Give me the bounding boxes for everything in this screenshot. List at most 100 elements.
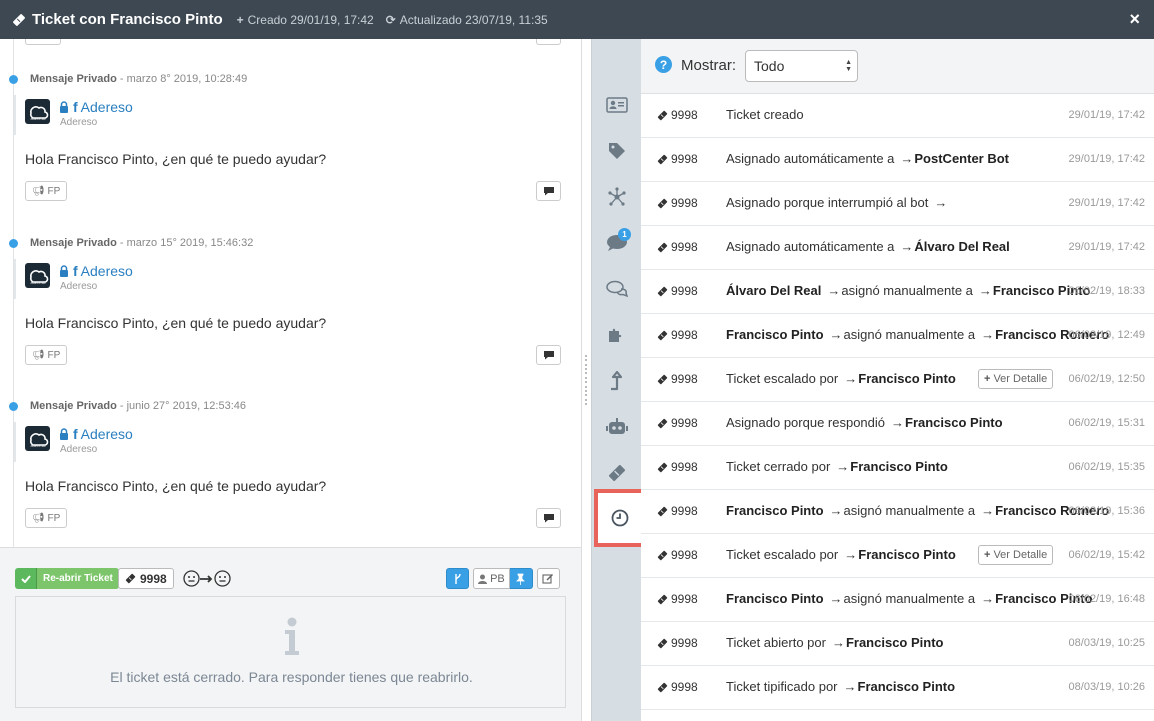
sender-label: Adereso [80,99,133,115]
sender-sub: Adereso [60,281,98,292]
agent-name: Álvaro Del Real [914,239,1010,254]
history-ticket-id[interactable]: 9998 [657,372,698,386]
history-description: Ticket escalado por →Francisco Pinto [726,371,956,386]
view-detail-button[interactable]: + Ver Detalle [978,545,1054,565]
assignee-button[interactable]: PB [473,568,510,589]
rail-messages[interactable]: 1 [592,221,642,265]
history-row: 9998 Ticket escalado por →Francisco Pinto +… [641,358,1154,402]
agent-tag[interactable]: 📢︎ FP [25,508,68,528]
reopen-ticket-button[interactable]: Re-abrir Ticket [15,568,119,589]
ticket-icon [657,550,668,561]
arrow-right-icon: → [843,679,857,694]
history-date: 06/02/19, 16:48 [1068,593,1145,605]
lock-icon [59,101,69,113]
history-date: 29/01/19, 17:42 [1068,241,1145,253]
rail-history[interactable] [594,489,646,547]
sender-name[interactable]: f Adereso [59,263,133,279]
rail-conversations[interactable] [592,267,642,311]
event-text: Ticket escalado por [726,371,839,386]
ticket-icon [657,374,668,385]
history-ticket-id[interactable]: 9998 [657,680,698,694]
agent-name: Francisco Pinto [905,415,1003,430]
rail-escalation[interactable] [592,359,642,403]
history-row: 9998 Ticket cerrado por →Francisco Pinto 06… [641,446,1154,490]
rail-tags[interactable] [592,129,642,173]
history-row: 9998 Asignado automáticamente a →Álvaro De… [641,226,1154,270]
sender-label: Adereso [80,426,133,442]
event-text: Asignado porque interrumpió al bot [726,195,929,210]
pane-splitter[interactable] [584,355,588,405]
ticket-id-text: 9998 [671,504,698,518]
close-icon[interactable]: × [1129,10,1140,28]
ticket-number: 9998 [140,571,167,586]
ticket-icon [125,573,136,584]
view-detail-button[interactable]: + Ver Detalle [978,369,1054,389]
agent-name: Francisco Pinto [845,635,944,650]
ticket-id-text: 9998 [671,284,698,298]
reply-button[interactable] [536,508,561,528]
agent-tag[interactable]: 📢︎ FP [25,345,68,365]
message-text: Hola Francisco Pinto, ¿en qué te puedo a… [25,478,327,494]
rail-integrations[interactable] [592,313,642,357]
history-ticket-id[interactable]: 9998 [657,548,698,562]
ticket-number-badge: 9998 [118,568,174,589]
filter-select[interactable]: Todo ▲ ▼ [745,50,858,82]
history-ticket-id[interactable]: 9998 [657,328,698,342]
history-ticket-id[interactable]: 9998 [657,196,698,210]
history-row: 9998 Asignado porque interrumpió al bot → 2… [641,182,1154,226]
rail-contact-card[interactable] [592,83,642,127]
history-ticket-id[interactable]: 9998 [657,240,698,254]
history-filter-bar: ? Mostrar: Todo ▲ ▼ [641,39,1154,94]
history-ticket-id[interactable]: 9998 [657,460,698,474]
event-text: Asignado automáticamente a [726,239,895,254]
branch-icon [454,573,461,584]
ticket-icon [657,286,668,297]
arrow-right-icon: → [829,503,843,518]
avatar-label: adere.so [30,117,45,121]
history-ticket-id[interactable]: 9998 [657,504,698,518]
message-date: junio 27° 2019, 12:53:46 [126,400,246,412]
history-ticket-id[interactable]: 9998 [657,636,698,650]
created-info: + Creado 29/01/19, 17:42 [237,13,374,27]
sender-name[interactable]: f Adereso [59,99,133,115]
plus-icon: + [984,373,991,385]
rail-bot[interactable] [592,405,642,449]
updated-info: ⟳ Actualizado 23/07/19, 11:35 [386,13,548,27]
history-description: Asignado automáticamente a →PostCenter Bo… [726,151,1009,166]
rail-network[interactable] [592,175,642,219]
history-list: 9998 Ticket creado 29/01/19, 17:42 9998 Asig… [641,94,1154,710]
pin-button[interactable] [509,568,533,589]
history-ticket-id[interactable]: 9998 [657,416,698,430]
ticket-id-text: 9998 [671,548,698,562]
history-ticket-id[interactable]: 9998 [657,284,698,298]
history-ticket-id[interactable]: 9998 [657,108,698,122]
edit-button[interactable] [536,568,560,589]
edit-icon [542,573,554,584]
avatar: adere.so [25,426,50,451]
ticket-id-text: 9998 [671,680,698,694]
robot-icon [606,418,628,434]
history-date: 29/01/19, 17:42 [1068,153,1145,165]
history-ticket-id[interactable]: 9998 [657,152,698,166]
agent-tag[interactable]: 📢︎ FP [25,181,68,201]
reply-button[interactable] [536,181,561,201]
sentiment-indicator[interactable] [183,568,231,589]
agent-name: Francisco Pinto [726,327,824,342]
conversation-pane[interactable]: Mensaje Privado - marzo 8° 2019, 10:28:4… [0,39,582,721]
history-description: Ticket tipificado por →Francisco Pinto [726,679,955,694]
sender-name[interactable]: f Adereso [59,426,133,442]
arrow-right-icon: → [981,591,995,606]
agent-initials: FP [47,349,61,361]
compose-toolbar: PB [446,568,560,589]
history-ticket-id[interactable]: 9998 [657,592,698,606]
facebook-icon: f [73,263,78,279]
avatar-label: adere.so [30,281,45,285]
branch-button[interactable] [446,568,469,589]
agent-name: Francisco Pinto [857,679,956,694]
event-text: asignó manualmente a [841,283,973,298]
event-text: Asignado automáticamente a [726,151,895,166]
help-icon[interactable]: ? [655,56,672,73]
reply-button[interactable] [536,345,561,365]
check-icon [15,568,37,589]
ticket-icon [657,418,668,429]
